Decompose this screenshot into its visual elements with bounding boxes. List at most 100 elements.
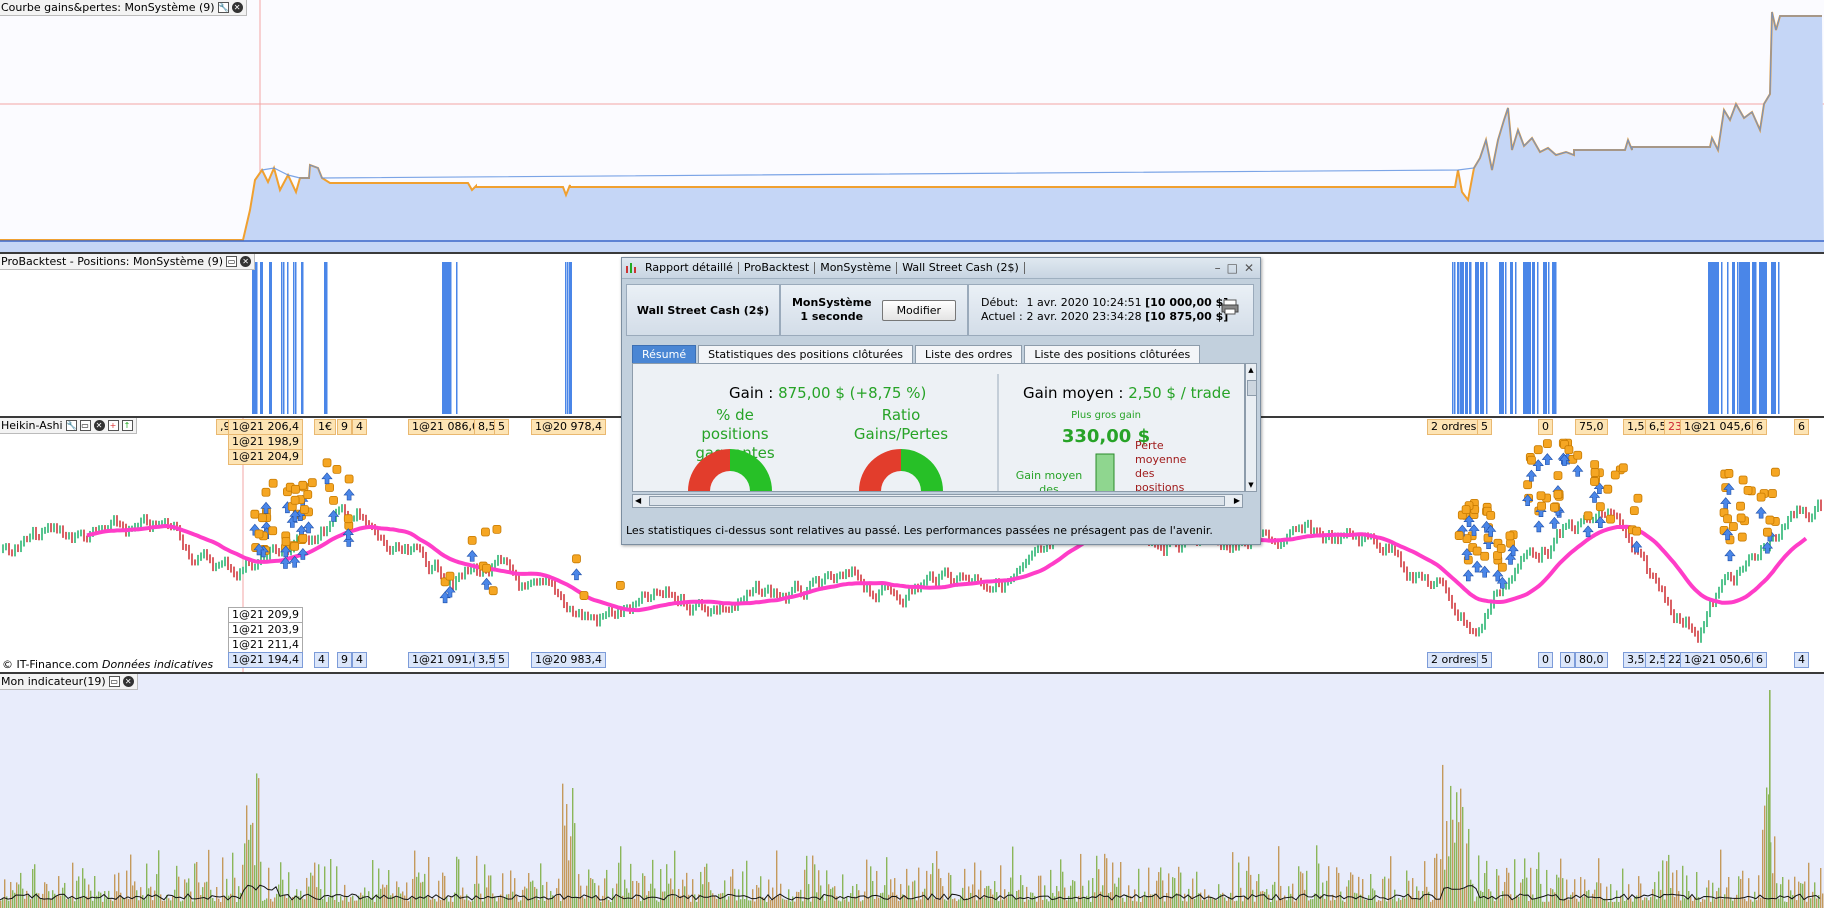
summary-content: Gain : 875,00 $ (+8,75 %) % de positions…	[632, 363, 1245, 492]
volume-bar	[1090, 901, 1092, 908]
scroll-right-icon[interactable]: ▶	[1234, 495, 1240, 507]
volume-bar	[1248, 856, 1250, 908]
tab-order-list[interactable]: Liste des ordres	[915, 345, 1023, 364]
volume-bar	[578, 874, 580, 908]
volume-bar	[984, 888, 986, 908]
volume-bar	[222, 857, 224, 908]
volume-bar	[1088, 880, 1090, 908]
window-icon[interactable]: ▭	[226, 256, 238, 267]
volume-bar	[980, 870, 982, 908]
volume-bar	[348, 901, 350, 908]
modify-button[interactable]: Modifier	[881, 299, 957, 321]
volume-bar	[1368, 895, 1370, 908]
volume-bar	[748, 900, 750, 908]
volume-bar	[1354, 892, 1356, 908]
volume-bar	[510, 870, 512, 908]
volume-bar	[14, 892, 16, 908]
scroll-down-icon[interactable]: ▼	[1247, 481, 1255, 489]
volume-bar	[1608, 901, 1610, 908]
scroll-thumb[interactable]	[1247, 380, 1257, 396]
scroll-thumb[interactable]	[649, 496, 1225, 506]
wrench-icon[interactable]: 🔧	[217, 2, 229, 13]
volume-bar	[824, 900, 826, 908]
volume-bar	[310, 872, 312, 908]
volume-bar	[1430, 901, 1432, 908]
volume-bar	[1782, 877, 1784, 908]
add-indicator-icon[interactable]: +	[107, 420, 119, 431]
close-icon[interactable]: ✕	[231, 2, 243, 13]
volume-bar	[1076, 901, 1078, 908]
position-bar	[295, 262, 297, 414]
volume-bar	[1358, 876, 1360, 908]
minimize-icon[interactable]: –	[1215, 258, 1221, 278]
volume-bar	[1538, 852, 1540, 908]
tab-closed-position-list[interactable]: Liste des positions clôturées	[1024, 345, 1201, 364]
scroll-left-icon[interactable]: ◀	[635, 495, 641, 507]
volume-bar	[1528, 901, 1530, 908]
volume-bar	[272, 901, 274, 908]
indicator-chart	[0, 690, 1824, 908]
volume-bar	[200, 895, 202, 908]
detailed-report-dialog[interactable]: Rapport détaillé ProBacktest MonSystème …	[621, 257, 1261, 545]
volume-bar	[470, 901, 472, 908]
copyright-note: © IT-Finance.com Données indicatives	[2, 658, 213, 671]
volume-bar	[1434, 857, 1436, 908]
volume-bar	[720, 893, 722, 908]
volume-bar	[1020, 875, 1022, 908]
printer-icon[interactable]	[1221, 299, 1239, 315]
dialog-titlebar[interactable]: Rapport détaillé ProBacktest MonSystème …	[622, 258, 1260, 279]
volume-bar	[312, 875, 314, 908]
volume-bar	[184, 879, 186, 908]
volume-bar	[472, 900, 474, 908]
volume-bar	[1776, 883, 1778, 908]
trade-marker	[1590, 460, 1600, 470]
volume-bar	[1822, 893, 1824, 908]
volume-bar	[1648, 900, 1650, 908]
volume-bar	[156, 874, 158, 908]
volume-bar	[80, 896, 82, 908]
positions-panel-title: ProBacktest - Positions: MonSystème (9)	[1, 255, 224, 268]
close-icon[interactable]: ✕	[122, 676, 134, 687]
tab-closed-position-stats[interactable]: Statistiques des positions clôturées	[698, 345, 914, 364]
tab-summary[interactable]: Résumé	[632, 345, 697, 364]
volume-bar	[1644, 897, 1646, 908]
instrument-name: Wall Street Cash (2$)	[626, 284, 780, 336]
arrow-up-icon[interactable]: ↑	[121, 420, 133, 431]
price-panel-title: Heikin-Ashi	[1, 419, 63, 432]
scroll-up-icon[interactable]: ▲	[1247, 366, 1255, 374]
volume-bar	[938, 868, 940, 908]
volume-bar	[354, 900, 356, 908]
vertical-scrollbar[interactable]: ▲ ▼	[1245, 363, 1257, 492]
close-icon[interactable]: ✕	[93, 420, 105, 431]
volume-bar	[242, 864, 244, 908]
wrench-icon[interactable]: 🔧	[65, 420, 77, 431]
trade-marker	[258, 513, 267, 523]
volume-bar	[666, 864, 668, 908]
order-label: 1@21 045,6	[1680, 419, 1755, 435]
position-bar	[1759, 262, 1762, 414]
window-icon[interactable]: ▭	[79, 420, 91, 431]
volume-bar	[1048, 901, 1050, 908]
indicator-panel[interactable]: Mon indicateur(19) ▭ ✕	[0, 674, 1824, 908]
volume-bar	[324, 866, 326, 908]
volume-bar	[1558, 877, 1560, 908]
volume-bar	[880, 893, 882, 908]
equity-curve-panel[interactable]: Courbe gains&pertes: MonSystème (9) 🔧 ✕	[0, 0, 1824, 252]
volume-bar	[1094, 892, 1096, 908]
window-icon[interactable]: ▭	[108, 676, 120, 687]
volume-bar	[1742, 870, 1744, 908]
volume-bar	[346, 896, 348, 908]
horizontal-scrollbar[interactable]: ◀ ▶	[632, 494, 1243, 508]
position-bar	[569, 262, 572, 414]
volume-bar	[1416, 886, 1418, 908]
close-icon[interactable]: ✕	[1244, 258, 1254, 278]
maximize-icon[interactable]: □	[1227, 258, 1238, 278]
volume-bar	[28, 895, 30, 908]
volume-bar	[196, 861, 198, 908]
volume-bar	[1206, 899, 1208, 908]
buy-arrow	[327, 509, 340, 522]
volume-bar	[1404, 898, 1406, 908]
close-icon[interactable]: ✕	[240, 256, 252, 267]
volume-bar	[1172, 877, 1174, 908]
volume-bar	[268, 867, 270, 908]
